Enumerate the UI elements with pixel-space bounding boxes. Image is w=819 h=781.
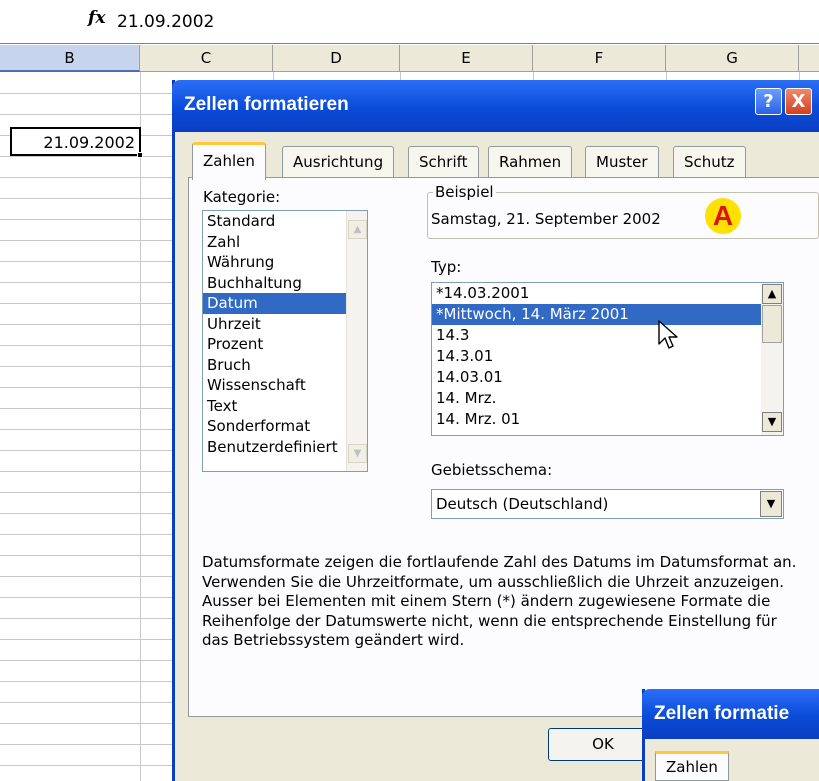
beispiel-value: Samstag, 21. September 2002 — [431, 210, 661, 228]
kategorie-list[interactable]: Standard Zahl Währung Buchhaltung Datum … — [202, 210, 368, 472]
beispiel-label: Beispiel — [433, 183, 496, 201]
typ-list[interactable]: *14.03.2001 *Mittwoch, 14. März 2001 14.… — [431, 282, 784, 436]
column-header-g[interactable]: G — [666, 45, 799, 72]
formula-bar: fx 21.09.2002 — [0, 0, 819, 44]
scroll-down-icon[interactable]: ▼ — [348, 444, 367, 463]
typ-item-selected[interactable]: *Mittwoch, 14. März 2001 — [432, 304, 783, 325]
formula-value[interactable]: 21.09.2002 — [117, 12, 214, 32]
kategorie-item-standard[interactable]: Standard — [203, 211, 367, 232]
fill-handle[interactable] — [137, 152, 143, 158]
grid-column-line — [140, 72, 141, 781]
tab-zahlen[interactable]: Zahlen — [192, 142, 266, 180]
kategorie-item-text[interactable]: Text — [203, 396, 367, 417]
kategorie-item-prozent[interactable]: Prozent — [203, 334, 367, 355]
tab-schutz[interactable]: Schutz — [673, 146, 746, 178]
typ-item[interactable]: 14.3 — [432, 325, 783, 346]
category-description: Datumsformate zeigen die fortlaufende Za… — [202, 553, 797, 650]
kategorie-item-benutzerdefiniert[interactable]: Benutzerdefiniert — [203, 437, 367, 458]
annotation-marker-a: A — [705, 198, 741, 234]
gebietsschema-label: Gebietsschema: — [431, 461, 553, 479]
typ-item[interactable]: *14.03.2001 — [432, 283, 783, 304]
active-cell-b[interactable]: 21.09.2002 — [10, 127, 143, 158]
typ-scrollbar[interactable]: ▲ ▼ — [761, 283, 783, 435]
typ-item[interactable]: 14. Mrz. 01 — [432, 409, 783, 430]
typ-label: Typ: — [431, 258, 462, 276]
kategorie-item-uhrzeit[interactable]: Uhrzeit — [203, 314, 367, 335]
kategorie-item-wissenschaft[interactable]: Wissenschaft — [203, 375, 367, 396]
column-header-b[interactable]: B — [0, 45, 140, 72]
kategorie-item-sonderformat[interactable]: Sonderformat — [203, 416, 367, 437]
column-header-f[interactable]: F — [533, 45, 666, 72]
typ-item[interactable]: 14.3.01 — [432, 346, 783, 367]
kategorie-item-zahl[interactable]: Zahl — [203, 232, 367, 253]
column-header-d[interactable]: D — [273, 45, 400, 72]
kategorie-scrollbar[interactable]: ▲ ▼ — [346, 211, 367, 471]
kategorie-label: Kategorie: — [203, 188, 281, 206]
typ-item[interactable]: 14. Mrz. — [432, 388, 783, 409]
kategorie-item-waehrung[interactable]: Währung — [203, 252, 367, 273]
function-icon[interactable]: fx — [88, 8, 105, 28]
tab-zahlen[interactable]: Zahlen — [655, 751, 729, 781]
tab-rahmen[interactable]: Rahmen — [488, 146, 573, 178]
dialog-title: Zellen formatieren — [184, 94, 349, 115]
gebietsschema-value: Deutsch (Deutschland) — [436, 495, 609, 513]
kategorie-item-buchhaltung[interactable]: Buchhaltung — [203, 273, 367, 294]
scroll-down-icon[interactable]: ▼ — [762, 412, 782, 432]
column-header-c[interactable]: C — [140, 45, 273, 72]
scroll-thumb[interactable] — [762, 305, 782, 343]
tab-schrift[interactable]: Schrift — [408, 146, 479, 178]
dialog-title-bar[interactable]: Zellen formatieren ? X — [172, 80, 819, 132]
chevron-down-icon[interactable]: ▼ — [760, 491, 782, 517]
dialog-title-bar[interactable]: Zellen formatie — [642, 689, 819, 739]
active-cell-value: 21.09.2002 — [43, 133, 135, 152]
kategorie-item-bruch[interactable]: Bruch — [203, 355, 367, 376]
scroll-up-icon[interactable]: ▲ — [762, 284, 782, 304]
typ-item[interactable]: 14.03.01 — [432, 367, 783, 388]
tab-ausrichtung[interactable]: Ausrichtung — [282, 146, 395, 178]
help-button[interactable]: ? — [755, 88, 782, 115]
column-header-e[interactable]: E — [400, 45, 533, 72]
scroll-up-icon[interactable]: ▲ — [348, 220, 367, 239]
column-header-row: B C D E F G — [0, 45, 819, 72]
mouse-pointer-icon — [658, 320, 678, 349]
kategorie-item-datum[interactable]: Datum — [203, 293, 367, 314]
close-button[interactable]: X — [785, 88, 812, 115]
dialog-title: Zellen formatie — [654, 703, 790, 724]
tab-muster[interactable]: Muster — [585, 146, 659, 178]
format-cells-dialog: Zellen formatieren ? X Zahlen Ausrichtun… — [172, 80, 819, 781]
gebietsschema-select[interactable]: Deutsch (Deutschland) ▼ — [431, 489, 784, 519]
format-cells-dialog-secondary: Zellen formatie Zahlen — [642, 689, 819, 781]
